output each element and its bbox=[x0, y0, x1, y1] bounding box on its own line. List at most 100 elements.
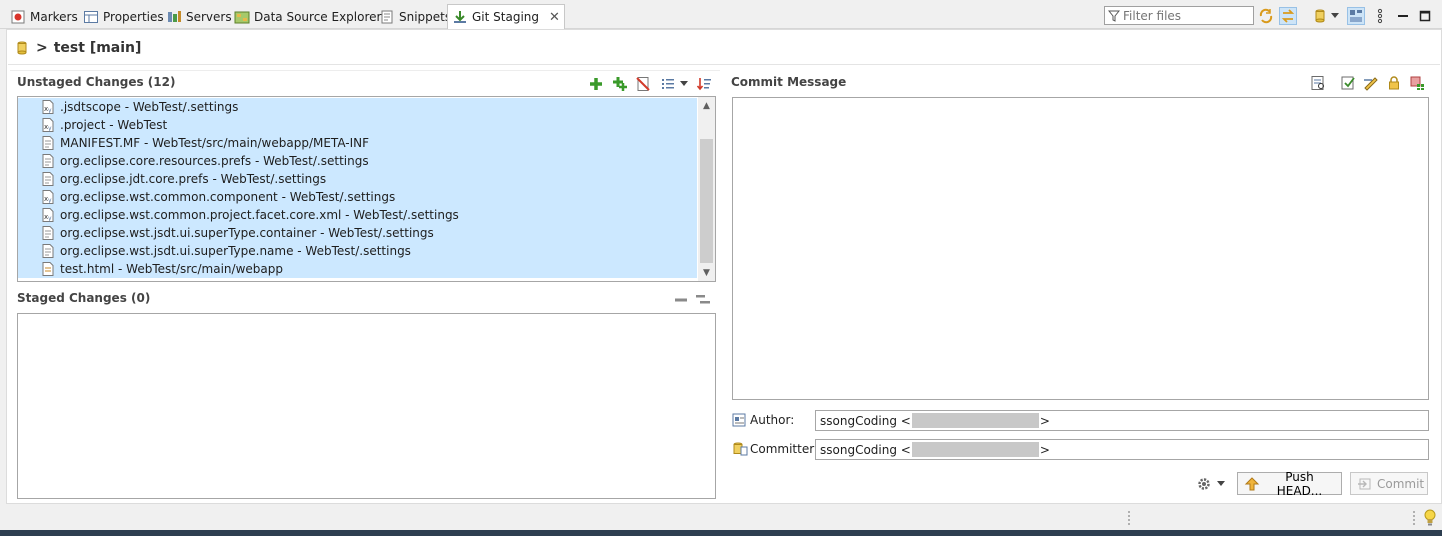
lock-icon[interactable] bbox=[1386, 75, 1402, 91]
committer-label-text: Committer: bbox=[750, 442, 818, 456]
author-label-text: Author: bbox=[750, 413, 795, 427]
unstaged-file-row[interactable]: x y org.eclipse.wst.common.project.facet.c… bbox=[18, 206, 697, 224]
unstage-all-icon[interactable] bbox=[695, 292, 711, 308]
file-label: org.eclipse.wst.jsdt.ui.superType.name -… bbox=[60, 244, 411, 258]
xml-file-icon: xy bbox=[40, 117, 56, 133]
file-label: org.eclipse.jdt.core.prefs - WebTest/.se… bbox=[60, 172, 327, 186]
amend-icon[interactable] bbox=[1340, 75, 1356, 91]
committer-suffix: > bbox=[1039, 442, 1050, 457]
chevron-down-icon[interactable] bbox=[1216, 476, 1226, 492]
spell-check-icon[interactable] bbox=[1310, 75, 1326, 91]
file-label: .jsdtscope - WebTest/.settings bbox=[60, 100, 239, 114]
author-field[interactable]: ssongCoding < > bbox=[815, 410, 1429, 431]
text-file-icon bbox=[40, 153, 56, 169]
tab-data-source-explorer[interactable]: Data Source Explorer bbox=[230, 4, 385, 29]
markers-icon bbox=[10, 9, 26, 25]
commit-icon bbox=[1357, 476, 1373, 492]
refresh-icon[interactable] bbox=[1257, 7, 1275, 25]
unstaged-file-row[interactable]: org.eclipse.jdt.core.prefs - WebTest/.se… bbox=[18, 170, 697, 188]
git-staging-icon bbox=[452, 9, 468, 25]
maximize-icon[interactable] bbox=[1416, 7, 1434, 25]
text-file-icon bbox=[40, 243, 56, 259]
push-head-label: Push HEAD... bbox=[1276, 469, 1323, 498]
view-menu-icon[interactable] bbox=[1371, 7, 1389, 25]
push-icon bbox=[1244, 476, 1260, 492]
stage-selected-icon[interactable] bbox=[588, 76, 604, 92]
status-separator bbox=[1128, 511, 1130, 525]
unstaged-file-row[interactable]: MANIFEST.MF - WebTest/src/main/webapp/ME… bbox=[18, 134, 697, 152]
gear-icon[interactable] bbox=[1196, 476, 1212, 492]
status-bar bbox=[0, 504, 1442, 530]
svg-text:y: y bbox=[48, 197, 52, 204]
unstaged-file-row[interactable]: x y .project - WebTest bbox=[18, 116, 697, 134]
unstaged-file-row[interactable]: org.eclipse.core.resources.prefs - WebTe… bbox=[18, 152, 697, 170]
commit-button[interactable]: Commit bbox=[1350, 472, 1428, 495]
tab-snippets[interactable]: Snippets bbox=[375, 4, 455, 29]
unstage-selected-icon[interactable] bbox=[673, 292, 689, 308]
filter-icon bbox=[1107, 10, 1121, 22]
tab-label: Data Source Explorer bbox=[254, 9, 382, 24]
unstaged-file-row[interactable]: test.html - WebTest/src/main/webapp bbox=[18, 260, 697, 278]
link-selection-icon[interactable] bbox=[1279, 7, 1297, 25]
filter-files-input[interactable] bbox=[1123, 8, 1248, 23]
filter-files-field[interactable] bbox=[1104, 6, 1254, 25]
scroll-up-icon[interactable]: ▲ bbox=[698, 97, 715, 114]
file-label: org.eclipse.wst.common.project.facet.cor… bbox=[60, 208, 459, 222]
unstaged-changes-title: Unstaged Changes (12) bbox=[17, 75, 176, 89]
chevron-down-icon[interactable] bbox=[1329, 7, 1341, 25]
text-file-icon bbox=[40, 135, 56, 151]
commit-message-title: Commit Message bbox=[731, 75, 847, 89]
commit-message-input[interactable] bbox=[733, 98, 1428, 399]
repository-icon[interactable] bbox=[1311, 7, 1329, 25]
svg-text:y: y bbox=[48, 125, 52, 132]
layout-toggle-icon[interactable] bbox=[1347, 7, 1365, 25]
repository-icon bbox=[14, 40, 30, 56]
committer-name: ssongCoding < bbox=[820, 442, 911, 457]
ignore-file-icon[interactable] bbox=[635, 76, 651, 92]
text-file-icon bbox=[40, 171, 56, 187]
redacted-email bbox=[911, 442, 1039, 457]
commit-message-editor[interactable] bbox=[732, 97, 1429, 400]
html-file-icon bbox=[40, 261, 56, 277]
tab-git-staging[interactable]: Git Staging ✕ bbox=[447, 4, 565, 29]
sort-icon[interactable] bbox=[696, 76, 712, 92]
staged-file-list[interactable] bbox=[17, 313, 716, 499]
chevron-down-icon[interactable] bbox=[679, 76, 689, 92]
unstaged-file-list[interactable]: x y .jsdtscope - WebTest/.settings x y .proje… bbox=[17, 96, 716, 282]
lightbulb-icon[interactable] bbox=[1423, 509, 1437, 530]
unstaged-file-row[interactable]: org.eclipse.wst.jsdt.ui.superType.name -… bbox=[18, 242, 697, 260]
tab-servers[interactable]: Servers bbox=[162, 4, 236, 29]
tab-label: Snippets bbox=[399, 9, 452, 24]
unstaged-file-row[interactable]: org.eclipse.wst.jsdt.ui.superType.contai… bbox=[18, 224, 697, 242]
unstaged-file-row[interactable]: x y .jsdtscope - WebTest/.settings bbox=[18, 98, 697, 116]
xml-file-icon: xy bbox=[40, 207, 56, 223]
author-suffix: > bbox=[1039, 413, 1050, 428]
push-head-button[interactable]: Push HEAD... bbox=[1237, 469, 1342, 498]
close-icon[interactable]: ✕ bbox=[549, 10, 560, 25]
tab-label: Properties bbox=[103, 9, 164, 24]
scroll-down-icon[interactable]: ▼ bbox=[698, 264, 715, 281]
commit-label: Commit bbox=[1377, 476, 1425, 491]
svg-text:y: y bbox=[48, 215, 52, 222]
minimize-icon[interactable] bbox=[1394, 7, 1412, 25]
presentation-list-icon[interactable] bbox=[660, 76, 676, 92]
unstaged-file-row[interactable]: x y org.eclipse.wst.common.component - Web… bbox=[18, 188, 697, 206]
tab-markers[interactable]: Markers bbox=[6, 4, 82, 29]
svg-text:y: y bbox=[48, 107, 52, 114]
file-label: MANIFEST.MF - WebTest/src/main/webapp/ME… bbox=[60, 136, 370, 150]
repository-header: > test [main] bbox=[14, 38, 141, 58]
page-title: test [main] bbox=[53, 40, 142, 56]
change-id-icon[interactable] bbox=[1410, 75, 1426, 91]
committer-field[interactable]: ssongCoding < > bbox=[815, 439, 1429, 460]
scrollbar-thumb[interactable] bbox=[700, 139, 713, 263]
tab-label: Git Staging bbox=[472, 10, 540, 24]
signed-off-icon[interactable] bbox=[1363, 75, 1379, 91]
stage-all-icon[interactable] bbox=[612, 76, 628, 92]
file-label: org.eclipse.wst.jsdt.ui.superType.contai… bbox=[60, 226, 434, 240]
tab-label: Markers bbox=[30, 9, 78, 24]
taskbar-strip bbox=[0, 530, 1442, 536]
file-label: .project - WebTest bbox=[60, 118, 168, 132]
xml-file-icon: xy bbox=[40, 99, 56, 115]
scrollbar[interactable]: ▲ ▼ bbox=[698, 97, 715, 281]
tab-properties[interactable]: Properties bbox=[79, 4, 168, 29]
